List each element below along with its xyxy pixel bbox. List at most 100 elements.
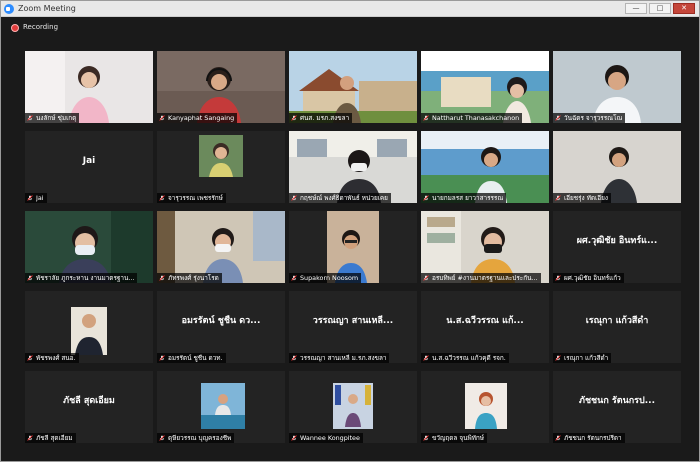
participant-tile[interactable]: Nattharut Thanasakchanon bbox=[421, 51, 549, 123]
participant-name-tag: ภัชลี สุดเอี่ยม bbox=[25, 433, 76, 443]
participant-tile[interactable]: Kanyaphat Sangaing bbox=[157, 51, 285, 123]
mic-muted-icon bbox=[423, 195, 429, 201]
window-title: Zoom Meeting bbox=[18, 4, 76, 13]
mic-muted-icon bbox=[291, 355, 297, 361]
participant-tile[interactable]: พัชราลัย ภูกระหาน งานมาตรฐาน... bbox=[25, 211, 153, 283]
participant-tile[interactable]: อมรรัตน์ ชูชื่น ดว... อมรรัตน์ ชูชื่น ดวท… bbox=[157, 291, 285, 363]
participant-name: วรรณญา สานเหลี่ ม.รภ.สงขลา bbox=[300, 354, 387, 362]
participant-name: อมรรัตน์ ชูชื่น ดวท. bbox=[168, 354, 223, 362]
minimize-button[interactable]: — bbox=[625, 3, 647, 14]
participant-name-tag: น.ส.ฉวีวรรณ แก้วคุดี รจก. bbox=[421, 353, 509, 363]
participant-tile[interactable]: นงลักษ์ ชุ่มเกตุ bbox=[25, 51, 153, 123]
participant-display-name: เรณุกา แก้วสีดำ bbox=[585, 316, 649, 326]
mic-muted-icon bbox=[27, 355, 33, 361]
participant-name-tag: Kanyaphat Sangaing bbox=[157, 113, 238, 123]
participant-name-tag: นงลักษ์ ชุ่มเกตุ bbox=[25, 113, 80, 123]
window-controls: — □ ✕ bbox=[625, 3, 695, 14]
participant-name-tag: นายกมลรส ยาวาสารรรณ bbox=[421, 193, 507, 203]
participant-name-tag: พัชราลัย ภูกระหาน งานมาตรฐาน... bbox=[25, 273, 138, 283]
participant-tile[interactable]: ผศ.วุฒิชัย อินทร์แ... ผศ.วุฒิชัย อินทร์แก… bbox=[553, 211, 681, 283]
participant-tile[interactable]: ภัทรพงศ์ รุ่งนาโรด bbox=[157, 211, 285, 283]
mic-muted-icon bbox=[555, 435, 561, 441]
mic-muted-icon bbox=[159, 355, 165, 361]
participant-name: ภัชชนก รัตนกรปรีดา bbox=[564, 434, 622, 442]
recording-dot-icon bbox=[11, 24, 19, 32]
close-button[interactable]: ✕ bbox=[673, 3, 695, 14]
participant-name-tag: Jai bbox=[25, 193, 47, 203]
participant-name-tag: เรณุกา แก้วสีดำ bbox=[553, 353, 612, 363]
title-bar: Zoom Meeting — □ ✕ bbox=[1, 1, 699, 17]
recording-indicator[interactable]: Recording bbox=[1, 18, 699, 38]
mic-muted-icon bbox=[291, 195, 297, 201]
gallery-view: นงลักษ์ ชุ่มเกตุ Kanyaphat Sangaing ศนส. ม… bbox=[25, 51, 681, 443]
participant-name: เอี่ยชรุ่ง ทัดเอียง bbox=[564, 194, 608, 202]
participant-tile[interactable]: Jai Jai bbox=[25, 131, 153, 203]
mic-muted-icon bbox=[555, 195, 561, 201]
participant-display-name: น.ส.ฉวีวรรณ แก้... bbox=[446, 316, 524, 326]
participant-name: ภัทรพงศ์ รุ่งนาโรด bbox=[168, 274, 219, 282]
participant-tile[interactable]: กฤชษ์ณ์ พงศ์ธิดาพันธ์ หน่วยเคย bbox=[289, 131, 417, 203]
participant-tile[interactable]: ดุษียวรรณ บุญครองชีพ bbox=[157, 371, 285, 443]
participant-name: Jai bbox=[36, 194, 44, 202]
participant-name-tag: Nattharut Thanasakchanon bbox=[421, 113, 523, 123]
mic-muted-icon bbox=[291, 435, 297, 441]
participant-tile[interactable]: พัชรพงศ์ สนอ. bbox=[25, 291, 153, 363]
participant-display-name: Jai bbox=[82, 156, 96, 166]
participant-name-tag: อมรรัตน์ ชูชื่น ดวท. bbox=[157, 353, 226, 363]
participant-tile[interactable]: Wannee Kongpitee bbox=[289, 371, 417, 443]
mic-muted-icon bbox=[159, 195, 165, 201]
mic-muted-icon bbox=[27, 195, 33, 201]
participant-display-name: ภัชชนก รัตนกรป... bbox=[579, 396, 655, 406]
participant-tile[interactable]: อรบทิพย์ #งานมาตรฐานและประกัน... bbox=[421, 211, 549, 283]
mic-muted-icon bbox=[27, 115, 33, 121]
participant-tile[interactable]: ภัชลี สุดเอี่ยม ภัชลี สุดเอี่ยม bbox=[25, 371, 153, 443]
mic-muted-icon bbox=[555, 355, 561, 361]
participant-tile[interactable]: นายกมลรส ยาวาสารรรณ bbox=[421, 131, 549, 203]
mic-muted-icon bbox=[27, 275, 33, 281]
participant-tile[interactable]: น.ส.ฉวีวรรณ แก้... น.ส.ฉวีวรรณ แก้วคุดี ร… bbox=[421, 291, 549, 363]
participant-tile[interactable]: ภัชชนก รัตนกรป... ภัชชนก รัตนกรปรีดา bbox=[553, 371, 681, 443]
participant-tile[interactable]: ขวัญฤดล จุนพิทักษ์ bbox=[421, 371, 549, 443]
participant-display-name: วรรณญา สานเหลี่... bbox=[312, 316, 394, 326]
participant-name: อรบทิพย์ #งานมาตรฐานและประกัน... bbox=[432, 274, 538, 282]
participant-name: น.ส.ฉวีวรรณ แก้วคุดี รจก. bbox=[432, 354, 506, 362]
participant-name-tag: Supakorn Noosom bbox=[289, 273, 362, 283]
participant-tile[interactable]: วรรณญา สานเหลี่... วรรณญา สานเหลี่ ม.รภ.ส… bbox=[289, 291, 417, 363]
zoom-window: Zoom Meeting — □ ✕ Recording นงลักษ์ ชุ่… bbox=[0, 0, 700, 462]
participant-name: Wannee Kongpitee bbox=[300, 434, 360, 442]
mic-muted-icon bbox=[555, 275, 561, 281]
mic-muted-icon bbox=[291, 275, 297, 281]
participant-tile[interactable]: ศนส. มรภ.สงขลา bbox=[289, 51, 417, 123]
participant-name: Kanyaphat Sangaing bbox=[168, 114, 235, 122]
participant-tile[interactable]: วันฉัตร จารุวรรณโณ bbox=[553, 51, 681, 123]
participant-tile[interactable]: Supakorn Noosom bbox=[289, 211, 417, 283]
participant-name-tag: ภัทรพงศ์ รุ่งนาโรด bbox=[157, 273, 222, 283]
participant-name: ศนส. มรภ.สงขลา bbox=[300, 114, 350, 122]
participant-name: พัชรพงศ์ สนอ. bbox=[36, 354, 76, 362]
participant-display-name: อมรรัตน์ ชูชื่น ดว... bbox=[181, 316, 261, 326]
participant-name-tag: กฤชษ์ณ์ พงศ์ธิดาพันธ์ หน่วยเคย bbox=[289, 193, 391, 203]
participant-name-tag: วันฉัตร จารุวรรณโณ bbox=[553, 113, 626, 123]
mic-muted-icon bbox=[27, 435, 33, 441]
participant-name-tag: เอี่ยชรุ่ง ทัดเอียง bbox=[553, 193, 611, 203]
mic-muted-icon bbox=[423, 275, 429, 281]
participant-name-tag: ดุษียวรรณ บุญครองชีพ bbox=[157, 433, 235, 443]
participant-name-tag: วรรณญา สานเหลี่ ม.รภ.สงขลา bbox=[289, 353, 390, 363]
participant-name: นายกมลรส ยาวาสารรรณ bbox=[432, 194, 504, 202]
mic-muted-icon bbox=[159, 115, 165, 121]
participant-name: ภัชลี สุดเอี่ยม bbox=[36, 434, 73, 442]
mic-muted-icon bbox=[423, 115, 429, 121]
participant-tile[interactable]: จารุวรรณ เพชรรักษ์ bbox=[157, 131, 285, 203]
participant-name: ผศ.วุฒิชัย อินทร์แก้ว bbox=[564, 274, 621, 282]
maximize-button[interactable]: □ bbox=[649, 3, 671, 14]
participant-name-tag: พัชรพงศ์ สนอ. bbox=[25, 353, 79, 363]
participant-name: Supakorn Noosom bbox=[300, 274, 359, 282]
participant-tile[interactable]: เอี่ยชรุ่ง ทัดเอียง bbox=[553, 131, 681, 203]
mic-muted-icon bbox=[423, 435, 429, 441]
participant-tile[interactable]: เรณุกา แก้วสีดำ เรณุกา แก้วสีดำ bbox=[553, 291, 681, 363]
participant-name: นงลักษ์ ชุ่มเกตุ bbox=[36, 114, 77, 122]
zoom-logo-icon bbox=[4, 4, 14, 14]
participant-name: จารุวรรณ เพชรรักษ์ bbox=[168, 194, 223, 202]
participant-name-tag: ขวัญฤดล จุนพิทักษ์ bbox=[421, 433, 487, 443]
participant-name-tag: Wannee Kongpitee bbox=[289, 433, 363, 443]
